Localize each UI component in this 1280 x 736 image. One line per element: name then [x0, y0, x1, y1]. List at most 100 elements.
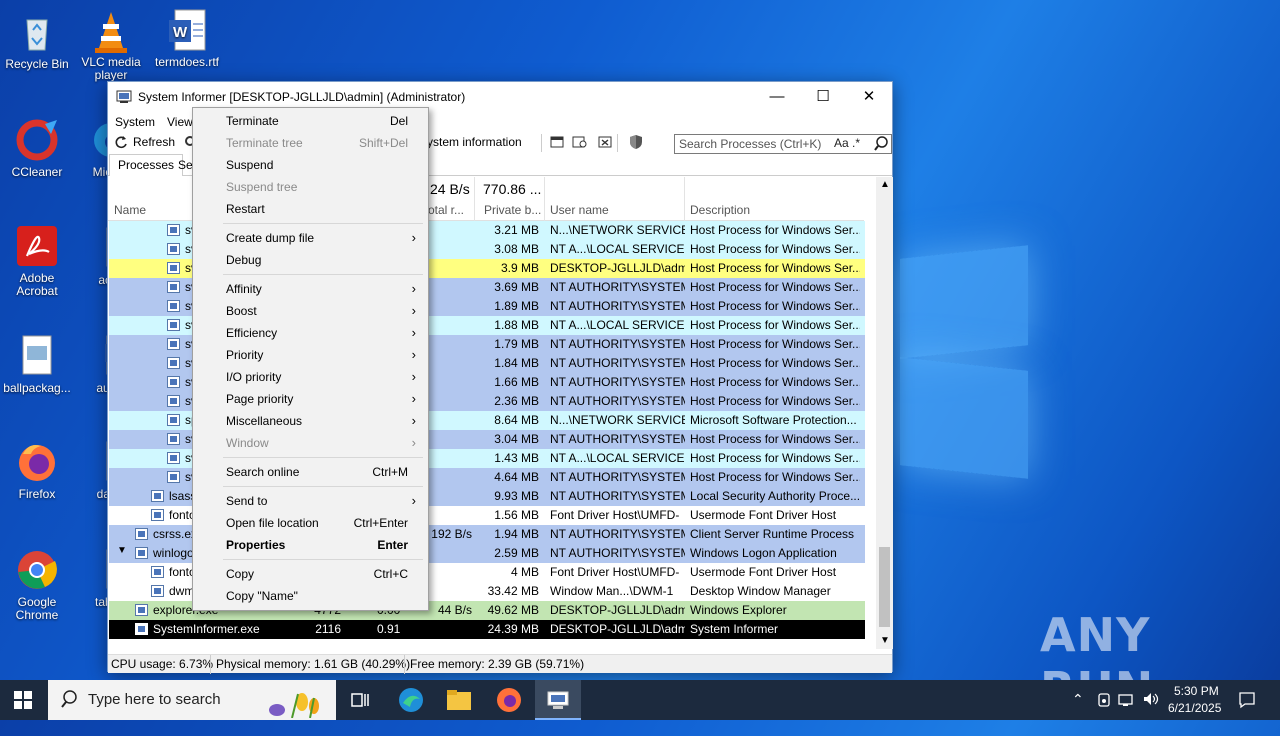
menu-item-send-to[interactable]: Send to › — [193, 490, 428, 512]
menu-item-page-priority[interactable]: Page priority › — [193, 388, 428, 410]
task-view-icon[interactable] — [350, 691, 370, 712]
menu-item-terminate[interactable]: Terminate Del — [193, 110, 428, 132]
scrollbar-thumb[interactable] — [879, 547, 890, 627]
column-description[interactable]: Description — [690, 203, 750, 217]
menu-item-search-online[interactable]: Search online Ctrl+M — [193, 461, 428, 483]
menu-item-suspend-tree[interactable]: Suspend tree — [193, 176, 428, 198]
menu-item-restart[interactable]: Restart — [193, 198, 428, 220]
taskbar: Type here to search ⌃ 5:30 PM 6/21/2025 — [0, 680, 1280, 720]
search-placeholder: Search Processes (Ctrl+K) — [679, 137, 822, 151]
menu-item-window[interactable]: Window › — [193, 432, 428, 454]
vertical-scrollbar[interactable]: ▲ ▼ — [876, 177, 893, 649]
process-priv-cell: 4.64 MB — [494, 470, 539, 484]
clock-date[interactable]: 6/21/2025 — [1168, 701, 1221, 715]
volume-icon[interactable] — [1142, 691, 1160, 710]
tray-overflow-chevron-icon[interactable]: ⌃ — [1072, 691, 1084, 708]
column-name[interactable]: Name — [114, 203, 146, 217]
menu-item-miscellaneous[interactable]: Miscellaneous › — [193, 410, 428, 432]
column-io-total[interactable]: otal r... — [428, 203, 464, 217]
search-icon[interactable] — [874, 136, 888, 155]
menu-item-efficiency[interactable]: Efficiency › — [193, 322, 428, 344]
start-windows-icon[interactable] — [14, 691, 32, 712]
file-explorer-icon[interactable] — [446, 688, 472, 715]
process-user-cell: DESKTOP-JGLLJLD\admi — [550, 261, 685, 275]
desktop-icon-ballpackag[interactable]: ballpackag... — [0, 334, 74, 395]
firefox-taskbar-icon[interactable] — [496, 687, 522, 716]
menu-item-label: Debug — [226, 253, 262, 267]
app-icon — [116, 89, 132, 108]
menu-item-debug[interactable]: Debug — [193, 249, 428, 271]
process-desc-cell: Host Process for Windows Ser... — [690, 223, 860, 237]
menu-item-label: Priority — [226, 348, 264, 362]
shield-icon[interactable] — [628, 134, 644, 153]
process-priv-cell: 1.56 MB — [494, 508, 539, 522]
menu-separator — [223, 559, 423, 560]
taskbar-search-box[interactable]: Type here to search — [48, 680, 336, 720]
menu-item-copy-name[interactable]: Copy "Name" — [193, 585, 428, 607]
window-icon[interactable] — [550, 135, 564, 152]
process-desc-cell: Host Process for Windows Ser... — [690, 375, 860, 389]
search-options-toggle[interactable]: Aa .* — [834, 136, 860, 150]
column-private-bytes[interactable]: Private b... — [484, 203, 541, 217]
desktop-icon-google-chrome[interactable]: Google Chrome — [0, 548, 74, 622]
process-priv-cell: 49.62 MB — [487, 603, 539, 617]
desktop-icon-firefox[interactable]: Firefox — [0, 440, 74, 501]
process-user-cell: NT AUTHORITY\SYSTEM — [550, 394, 685, 408]
find-window-icon[interactable] — [572, 135, 588, 152]
scroll-down-icon[interactable]: ▼ — [880, 635, 890, 646]
close-button[interactable]: ✕ — [846, 82, 892, 112]
tab-processes[interactable]: Processes — [109, 154, 184, 176]
vlc-cone-icon — [89, 8, 133, 53]
menu-system[interactable]: System — [115, 115, 155, 129]
menu-item-priority[interactable]: Priority › — [193, 344, 428, 366]
minimize-button[interactable]: — — [754, 82, 800, 112]
process-user-cell: NT AUTHORITY\SYSTEM — [550, 432, 685, 446]
edge-taskbar-icon[interactable] — [398, 687, 424, 716]
process-io-cell: 44 B/s — [437, 603, 472, 617]
scroll-up-icon[interactable]: ▲ — [880, 179, 890, 190]
process-user-cell: N...\NETWORK SERVICE — [550, 413, 685, 427]
process-priv-cell: 9.93 MB — [494, 489, 539, 503]
menu-item-create-dump-file[interactable]: Create dump file › — [193, 227, 428, 249]
taskbar-system-informer[interactable] — [535, 680, 581, 720]
system-information-button[interactable]: ystem information — [427, 135, 522, 149]
menu-view[interactable]: View — [167, 115, 193, 129]
refresh-icon[interactable] — [114, 135, 128, 152]
tab-services[interactable]: Se — [178, 158, 193, 172]
menu-item-copy[interactable]: Copy Ctrl+C — [193, 563, 428, 585]
process-user-cell: N...\NETWORK SERVICE — [550, 223, 685, 237]
menu-item-i-o-priority[interactable]: I/O priority › — [193, 366, 428, 388]
tray-device-icon[interactable] — [1096, 692, 1112, 711]
status-cpu-usage: CPU usage: 6.73% — [111, 657, 214, 671]
search-processes-input[interactable]: Search Processes (Ctrl+K) Aa .* — [674, 134, 892, 154]
terminate-window-icon[interactable] — [598, 135, 612, 152]
menu-item-boost[interactable]: Boost › — [193, 300, 428, 322]
menu-item-shortcut: Shift+Del — [358, 136, 408, 150]
desktop-icon-vlc[interactable]: VLC media player — [74, 8, 148, 82]
refresh-button[interactable]: Refresh — [133, 135, 175, 149]
windows-wallpaper-logo — [890, 240, 1030, 480]
notification-icon[interactable] — [1238, 691, 1256, 712]
desktop-icon-recycle-bin[interactable]: Recycle Bin — [0, 10, 74, 71]
network-icon[interactable] — [1118, 692, 1136, 711]
menu-item-properties[interactable]: Properties Enter — [193, 534, 428, 556]
process-user-cell: NT AUTHORITY\SYSTEM — [550, 356, 685, 370]
menu-item-shortcut: Enter — [377, 538, 408, 552]
menu-item-open-file-location[interactable]: Open file location Ctrl+Enter — [193, 512, 428, 534]
process-desc-cell: Windows Logon Application — [690, 546, 837, 560]
menu-item-suspend[interactable]: Suspend — [193, 154, 428, 176]
menu-item-affinity[interactable]: Affinity › — [193, 278, 428, 300]
menu-item-shortcut: Ctrl+M — [372, 465, 408, 479]
clock-time[interactable]: 5:30 PM — [1174, 684, 1219, 698]
process-row[interactable]: SystemInformer.exe 2116 0.91 24.39 MB DESKTO… — [109, 620, 865, 639]
process-priv-cell: 1.43 MB — [494, 451, 539, 465]
desktop-icon-adobe-acrobat[interactable]: Adobe Acrobat — [0, 224, 74, 298]
menu-item-terminate-tree[interactable]: Terminate tree Shift+Del — [193, 132, 428, 154]
process-icon — [151, 490, 164, 502]
desktop-icon-termdoes[interactable]: W termdoes.rtf — [150, 8, 224, 69]
maximize-button[interactable]: ☐ — [800, 82, 846, 112]
menu-item-label: Page priority — [226, 392, 294, 406]
tree-collapse-icon[interactable]: ▼ — [117, 545, 127, 556]
desktop-icon-ccleaner[interactable]: CCleaner — [0, 118, 74, 179]
column-user-name[interactable]: User name — [550, 203, 609, 217]
